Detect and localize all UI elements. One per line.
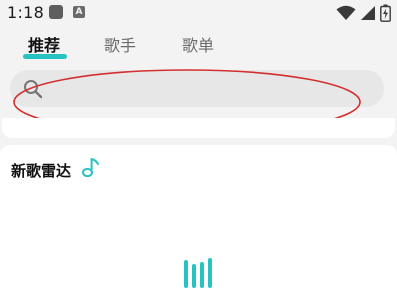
app-screen: 1:18 A 推荐 歌手 歌单 新歌雷达 bbox=[0, 0, 397, 291]
a-notification-icon: A bbox=[73, 6, 85, 18]
section-title: 新歌雷达 bbox=[11, 162, 72, 180]
tab-playlist[interactable]: 歌单 bbox=[182, 32, 214, 56]
status-icons bbox=[336, 3, 391, 23]
sound-wave-icon bbox=[184, 258, 212, 288]
search-icon bbox=[24, 80, 43, 99]
new-song-radar-card[interactable]: 新歌雷达 bbox=[0, 145, 397, 291]
tab-singer[interactable]: 歌手 bbox=[104, 32, 136, 56]
status-time: 1:18 bbox=[7, 3, 45, 22]
wifi-icon bbox=[336, 5, 356, 20]
signal-icon bbox=[361, 6, 375, 20]
message-icon bbox=[49, 5, 63, 19]
status-bar: 1:18 A bbox=[0, 0, 397, 26]
active-tab-indicator bbox=[23, 54, 67, 59]
battery-icon bbox=[380, 4, 391, 22]
collapsed-card bbox=[2, 118, 395, 138]
music-note-icon bbox=[82, 158, 99, 178]
search-input[interactable] bbox=[50, 70, 370, 107]
tab-recommend[interactable]: 推荐 bbox=[28, 32, 60, 56]
search-bar[interactable] bbox=[10, 70, 384, 107]
tab-bar: 推荐 歌手 歌单 bbox=[0, 28, 397, 64]
